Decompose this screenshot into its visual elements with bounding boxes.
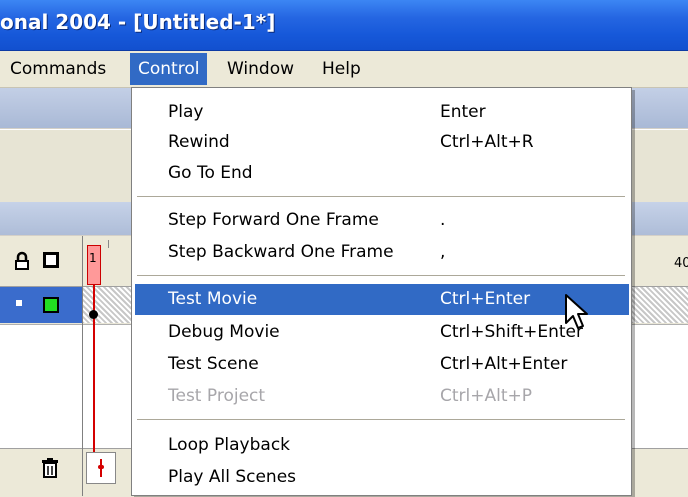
menu-item-label: Loop Playback (168, 435, 291, 455)
ruler-label-40: 40 (674, 256, 688, 271)
layer-bullet-icon (16, 300, 22, 306)
menu-separator (137, 419, 625, 420)
menu-window[interactable]: Window (219, 53, 302, 85)
menu-item-shortcut: , (440, 242, 446, 262)
menu-item-label: Test Movie (168, 289, 258, 309)
menu-item-shortcut: Ctrl+Alt+P (440, 386, 533, 406)
menu-separator (137, 275, 625, 276)
keyframe-dot (89, 310, 98, 319)
ruler-ticks (108, 240, 131, 248)
menu-item-debug-movie[interactable]: Debug Movie Ctrl+Shift+Enter (135, 317, 629, 348)
menu-item-label: Test Project (168, 386, 266, 406)
menu-item-test-scene[interactable]: Test Scene Ctrl+Alt+Enter (135, 349, 629, 380)
title-bar[interactable]: onal 2004 - [Untitled-1*] (0, 0, 688, 51)
menu-item-rewind[interactable]: Rewind Ctrl+Alt+R (135, 127, 629, 158)
window-title: onal 2004 - [Untitled-1*] (0, 10, 276, 34)
menu-item-label: Step Backward One Frame (168, 242, 394, 262)
menu-item-loop-playback[interactable]: Loop Playback (135, 430, 629, 461)
mouse-pointer-icon (565, 294, 588, 329)
playhead-marker[interactable]: 1 (87, 245, 101, 285)
lock-icon[interactable] (12, 251, 32, 271)
menu-item-test-project: Test Project Ctrl+Alt+P (135, 381, 629, 412)
menu-item-step-backward[interactable]: Step Backward One Frame , (135, 237, 629, 268)
menu-bar: Commands Control Window Help (0, 51, 688, 88)
outline-icon[interactable] (43, 252, 59, 268)
menu-item-label: Rewind (168, 132, 230, 152)
menu-item-play[interactable]: Play Enter (135, 97, 629, 128)
layer-color-icon[interactable] (43, 297, 59, 313)
menu-help[interactable]: Help (314, 53, 369, 85)
trash-icon[interactable] (40, 457, 60, 479)
menu-item-test-movie[interactable]: Test Movie Ctrl+Enter (135, 284, 629, 315)
menu-item-label: Step Forward One Frame (168, 210, 379, 230)
menu-item-go-to-end[interactable]: Go To End (135, 158, 629, 189)
menu-control[interactable]: Control (130, 53, 208, 85)
menu-item-play-all-scenes[interactable]: Play All Scenes (135, 462, 629, 493)
frame-number: 1 (89, 251, 97, 265)
onion-skin-icon[interactable] (86, 452, 116, 484)
menu-item-shortcut: Enter (440, 102, 486, 122)
menu-item-shortcut: Ctrl+Shift+Enter (440, 322, 584, 342)
layer-row-selected[interactable] (0, 287, 82, 323)
menu-item-shortcut: Ctrl+Alt+Enter (440, 354, 568, 374)
menu-item-label: Play All Scenes (168, 467, 297, 487)
menu-item-shortcut: . (440, 210, 446, 230)
menu-separator (137, 196, 625, 197)
menu-item-label: Debug Movie (168, 322, 280, 342)
timeline-divider[interactable] (82, 236, 83, 496)
menu-item-shortcut: Ctrl+Enter (440, 289, 531, 309)
menu-commands[interactable]: Commands (2, 53, 114, 85)
control-menu-dropdown: Play Enter Rewind Ctrl+Alt+R Go To End S… (131, 87, 632, 496)
menu-item-step-forward[interactable]: Step Forward One Frame . (135, 205, 629, 236)
menu-item-label: Go To End (168, 163, 253, 183)
menu-item-label: Test Scene (168, 354, 259, 374)
menu-item-label: Play (168, 102, 204, 122)
menu-item-shortcut: Ctrl+Alt+R (440, 132, 534, 152)
